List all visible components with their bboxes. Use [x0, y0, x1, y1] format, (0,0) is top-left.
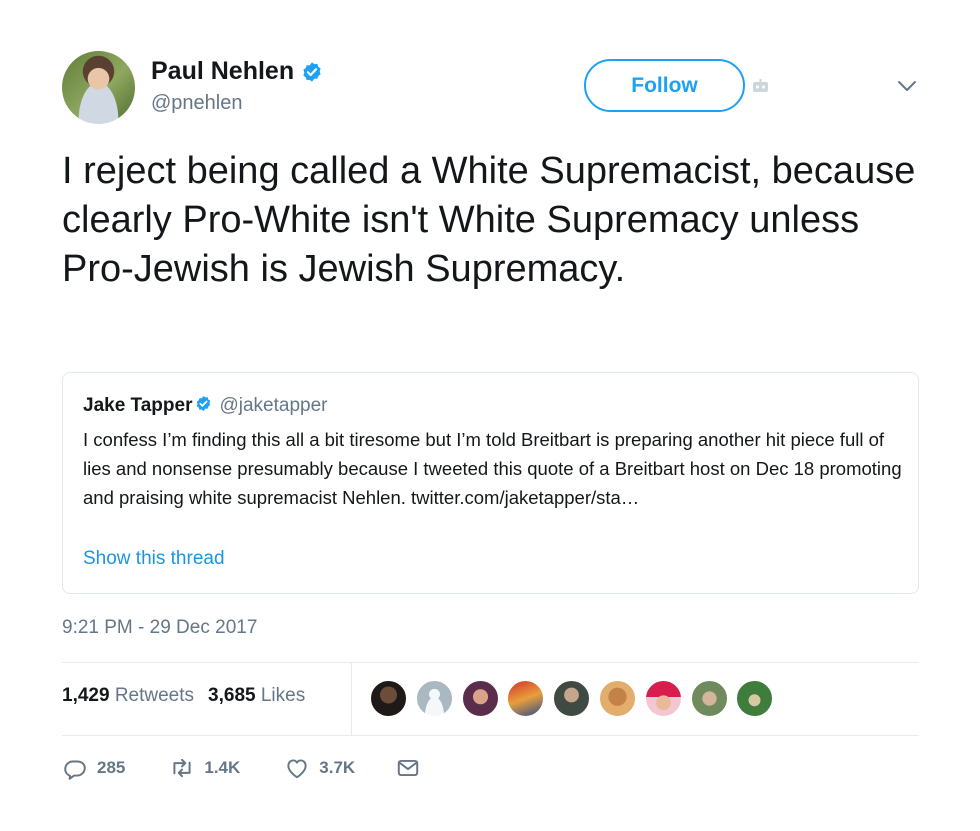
- likes-label: Likes: [260, 685, 306, 706]
- show-thread-link[interactable]: Show this thread: [83, 548, 225, 570]
- reply-button[interactable]: 285: [62, 755, 125, 781]
- heart-icon: [287, 759, 307, 779]
- tweet-actions: 285 1.4K 3.7K: [62, 755, 421, 781]
- like-button[interactable]: 3.7K: [284, 755, 355, 781]
- liker-avatar[interactable]: [370, 680, 407, 717]
- tweet-card: Paul Nehlen @pnehlen Follow I reject bei…: [0, 0, 980, 831]
- liker-avatar[interactable]: [507, 680, 545, 717]
- direct-message-button[interactable]: [395, 755, 421, 781]
- envelope-icon: [398, 759, 419, 777]
- divider: [351, 663, 352, 735]
- author-handle[interactable]: @pnehlen: [151, 92, 242, 115]
- retweets-label: Retweets: [114, 685, 195, 706]
- quoted-author-handle: @jaketapper: [219, 395, 328, 416]
- author-avatar[interactable]: [62, 51, 135, 124]
- like-count: 3.7K: [319, 758, 356, 777]
- tweet-timestamp[interactable]: 9:21 PM - 29 Dec 2017: [62, 617, 257, 639]
- chevron-down-icon[interactable]: [896, 77, 918, 95]
- retweets-count: 1,429: [62, 685, 110, 706]
- retweets-stat[interactable]: 1,429 Retweets: [62, 685, 194, 707]
- liker-avatar[interactable]: [553, 680, 591, 717]
- tweet-stats: 1,429 Retweets 3,685 Likes: [62, 685, 305, 707]
- robot-icon: [753, 79, 768, 92]
- reply-count: 285: [97, 758, 126, 777]
- quoted-tweet-text: I confess I’m finding this all a bit tir…: [83, 429, 902, 508]
- liker-avatar[interactable]: [598, 680, 636, 717]
- follow-button[interactable]: Follow: [584, 59, 745, 112]
- liker-avatar[interactable]: [415, 680, 453, 717]
- retweet-count: 1.4K: [204, 758, 241, 777]
- retweet-button[interactable]: 1.4K: [169, 755, 240, 781]
- likes-count: 3,685: [208, 685, 256, 706]
- liker-avatar[interactable]: [736, 680, 774, 717]
- tweet-text: I reject being called a White Supremacis…: [62, 150, 916, 290]
- quoted-tweet-header: Jake Tapper @jaketapper: [83, 395, 328, 417]
- author-display-name[interactable]: Paul Nehlen: [151, 57, 294, 86]
- divider: [62, 735, 919, 736]
- divider: [62, 662, 919, 663]
- liker-avatar[interactable]: [461, 680, 499, 717]
- reply-icon: [64, 760, 86, 780]
- liker-avatars: [370, 680, 782, 717]
- liker-avatar[interactable]: [644, 680, 682, 717]
- verified-badge-icon: [197, 395, 211, 411]
- quoted-tweet[interactable]: Jake Tapper @jaketapper I confess I’m fi…: [62, 372, 919, 594]
- author-name-row[interactable]: Paul Nehlen: [151, 57, 323, 86]
- liker-avatar[interactable]: [690, 680, 728, 717]
- likes-stat[interactable]: 3,685 Likes: [208, 685, 305, 707]
- verified-badge-icon: [303, 61, 321, 82]
- quoted-author-name: Jake Tapper: [83, 395, 193, 416]
- retweet-icon: [173, 758, 191, 778]
